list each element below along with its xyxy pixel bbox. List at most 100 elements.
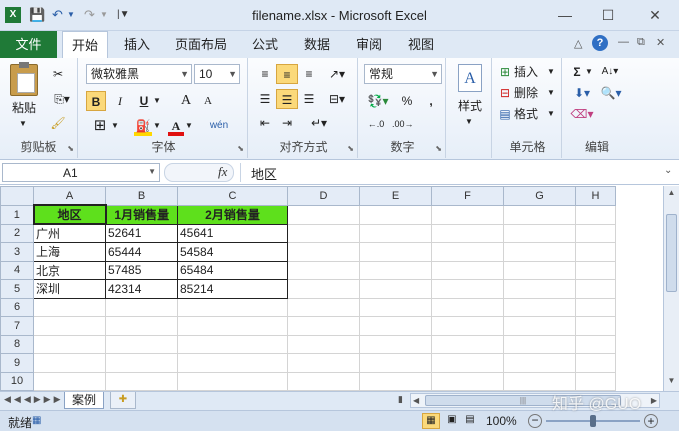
cell[interactable] <box>503 371 576 391</box>
cell[interactable] <box>359 204 432 225</box>
cell[interactable] <box>575 223 616 243</box>
align-middle-icon[interactable]: ≡ <box>276 64 298 84</box>
row-header[interactable]: 2 <box>0 223 34 243</box>
clipboard-launcher-icon[interactable]: ⬊ <box>67 144 74 153</box>
shrink-font-button[interactable]: A <box>200 91 216 111</box>
font-color-dropdown-icon[interactable]: ▼ <box>184 116 194 136</box>
styles-icon[interactable]: A <box>458 64 482 92</box>
cell[interactable] <box>287 223 360 243</box>
cell[interactable] <box>359 353 432 373</box>
cell[interactable] <box>503 242 576 262</box>
cell[interactable] <box>575 279 616 299</box>
column-header[interactable]: C <box>177 186 288 206</box>
column-header[interactable]: D <box>287 186 360 206</box>
decrease-decimal-icon[interactable]: .00→ <box>392 114 414 134</box>
collapse-ribbon-icon[interactable]: △ <box>574 37 582 50</box>
cell-a1[interactable]: 地区 <box>32 204 107 225</box>
tab-file[interactable]: 文件 <box>0 31 57 58</box>
comma-button[interactable]: , <box>424 91 438 111</box>
page-layout-view-icon[interactable]: ▣ <box>444 413 460 429</box>
maximize-button[interactable]: ☐ <box>593 5 623 25</box>
scroll-thumb[interactable] <box>666 214 677 292</box>
row-header[interactable]: 9 <box>0 353 34 373</box>
accounting-format-icon[interactable]: 💱▾ <box>366 91 390 111</box>
scroll-left-icon[interactable]: ◀ <box>413 396 419 405</box>
row-header[interactable]: 3 <box>0 242 34 262</box>
cell[interactable] <box>359 371 432 391</box>
normal-view-icon[interactable]: ▦ <box>422 413 440 429</box>
cell[interactable] <box>503 353 576 373</box>
new-sheet-icon[interactable]: ✚ <box>110 392 136 409</box>
wrap-text-icon[interactable]: ↵▾ <box>306 113 332 133</box>
cell[interactable] <box>503 260 576 280</box>
cell[interactable]: 广州 <box>33 223 106 243</box>
cell[interactable] <box>287 316 360 336</box>
cell[interactable]: 上海 <box>33 242 106 262</box>
cell[interactable] <box>287 204 360 225</box>
cell[interactable] <box>431 204 504 225</box>
cell[interactable] <box>33 371 106 391</box>
tab-formulas[interactable]: 公式 <box>244 31 286 58</box>
underline-dropdown-icon[interactable]: ▼ <box>152 91 162 111</box>
align-bottom-icon[interactable]: ≡ <box>300 64 318 84</box>
paste-icon[interactable] <box>10 62 38 96</box>
zoom-out-icon[interactable]: − <box>528 414 542 428</box>
cell[interactable] <box>177 353 288 373</box>
increase-decimal-icon[interactable]: ←.0 <box>366 114 386 134</box>
cell[interactable] <box>575 334 616 354</box>
fill-dropdown-icon[interactable]: ▼ <box>152 116 162 136</box>
cell[interactable] <box>287 297 360 317</box>
format-painter-icon[interactable]: 🖌 <box>50 113 66 133</box>
cell[interactable]: 54584 <box>177 242 288 262</box>
cell[interactable]: 65444 <box>105 242 178 262</box>
format-cells-icon[interactable]: ▤ <box>498 104 512 124</box>
copy-icon[interactable]: ⎘▾ <box>50 89 74 109</box>
cell[interactable] <box>431 260 504 280</box>
cell-c1[interactable]: 2月销售量 <box>177 204 288 225</box>
cell[interactable] <box>287 371 360 391</box>
cell[interactable] <box>575 371 616 391</box>
font-name-select[interactable]: 微软雅黑 ▼ <box>86 64 192 84</box>
cell[interactable] <box>359 279 432 299</box>
cell[interactable] <box>431 316 504 336</box>
clear-icon[interactable]: ⌫▾ <box>570 104 594 124</box>
scroll-right-icon[interactable]: ▶ <box>651 396 657 405</box>
row-header[interactable]: 4 <box>0 260 34 280</box>
cell[interactable] <box>503 316 576 336</box>
cell[interactable] <box>105 316 178 336</box>
cell[interactable] <box>359 334 432 354</box>
tab-insert[interactable]: 插入 <box>116 31 158 58</box>
borders-dropdown-icon[interactable]: ▼ <box>110 116 120 136</box>
merge-center-icon[interactable]: ⊟▾ <box>324 89 350 109</box>
row-header[interactable]: 7 <box>0 316 34 336</box>
cell[interactable] <box>431 223 504 243</box>
bold-button[interactable]: B <box>86 91 106 111</box>
cell[interactable] <box>359 316 432 336</box>
scroll-down-icon[interactable]: ▼ <box>666 376 677 388</box>
expand-formula-icon[interactable]: ⌄ <box>664 165 672 176</box>
decrease-indent-icon[interactable]: ⇤ <box>256 113 274 133</box>
formula-input[interactable]: 地区 <box>240 163 662 182</box>
autosum-dropdown-icon[interactable]: ▼ <box>584 62 594 82</box>
font-color-icon[interactable]: A <box>168 116 184 136</box>
cell[interactable] <box>575 353 616 373</box>
tab-home[interactable]: 开始 <box>62 31 108 58</box>
cell[interactable] <box>287 260 360 280</box>
zoom-slider-thumb[interactable] <box>590 415 596 427</box>
orientation-icon[interactable]: ↗▾ <box>324 64 350 84</box>
cell[interactable] <box>431 279 504 299</box>
cell[interactable] <box>575 204 616 225</box>
cell[interactable] <box>287 334 360 354</box>
tab-review[interactable]: 审阅 <box>348 31 390 58</box>
cell[interactable] <box>105 297 178 317</box>
cell[interactable] <box>575 260 616 280</box>
cell[interactable] <box>287 353 360 373</box>
cell[interactable]: 52641 <box>105 223 178 243</box>
align-center-icon[interactable]: ☰ <box>276 89 298 109</box>
cell[interactable] <box>431 353 504 373</box>
cut-icon[interactable]: ✂ <box>50 64 66 84</box>
align-top-icon[interactable]: ≡ <box>256 64 274 84</box>
cell[interactable] <box>177 334 288 354</box>
name-box-dropdown-icon[interactable]: ▼ <box>148 167 156 176</box>
cell[interactable]: 85214 <box>177 279 288 299</box>
